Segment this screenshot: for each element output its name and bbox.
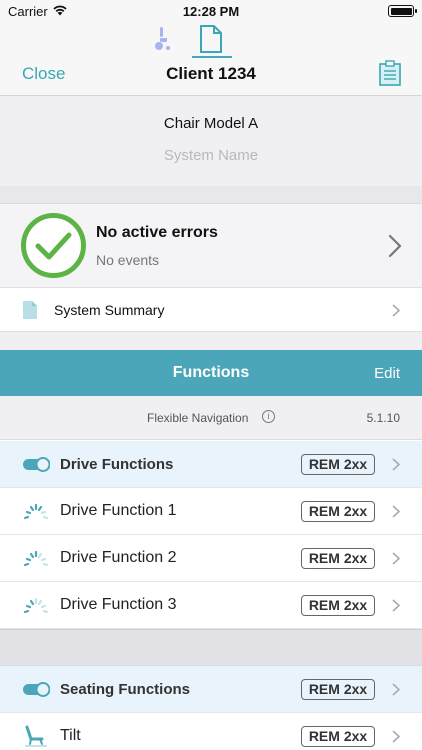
error-status-subtitle: No events: [96, 252, 160, 268]
speed-gauge-icon: [23, 503, 49, 520]
section-divider: [0, 629, 422, 666]
toggle-icon: [23, 457, 50, 472]
list-item-drive-function-3[interactable]: Drive Function 3 REM 2xx: [0, 582, 422, 629]
chevron-right-icon: [392, 599, 400, 612]
rem-badge: REM 2xx: [301, 679, 375, 700]
rem-badge: REM 2xx: [301, 726, 375, 747]
row-label: Seating Functions: [60, 681, 191, 698]
document-icon[interactable]: [197, 24, 225, 54]
chevron-right-icon: [392, 505, 400, 518]
error-status-title: No active errors: [96, 224, 218, 241]
status-bar: Carrier 12:28 PM: [0, 0, 422, 22]
rem-badge: REM 2xx: [301, 548, 375, 569]
list-item-drive-function-2[interactable]: Drive Function 2 REM 2xx: [0, 535, 422, 582]
speed-gauge-icon: [23, 550, 49, 567]
chevron-right-icon: [392, 304, 400, 317]
edit-button[interactable]: Edit: [374, 365, 400, 382]
chevron-right-icon: [392, 730, 400, 743]
toggle-icon: [23, 682, 50, 697]
flexible-navigation-label: Flexible Navigation: [147, 411, 249, 425]
checkmark-circle-icon: [21, 213, 86, 278]
chevron-right-icon: [392, 552, 400, 565]
selected-segment-indicator: [192, 56, 232, 58]
row-label: Drive Function 3: [60, 596, 177, 613]
rem-badge: REM 2xx: [301, 501, 375, 522]
chevron-right-icon: [388, 234, 402, 258]
row-label: Tilt: [60, 727, 81, 744]
list-item-tilt[interactable]: Tilt REM 2xx: [0, 713, 422, 750]
group-row-seating-functions[interactable]: Seating Functions REM 2xx: [0, 666, 422, 713]
chair-model-label: Chair Model A: [163, 115, 259, 132]
group-row-drive-functions[interactable]: Drive Functions REM 2xx: [0, 441, 422, 488]
system-info: Chair Model A System Name: [0, 96, 422, 186]
section-divider: [0, 186, 422, 204]
report-icon[interactable]: [378, 60, 402, 86]
system-summary-row[interactable]: System Summary: [0, 288, 422, 332]
system-name-field[interactable]: System Name: [0, 147, 422, 164]
info-icon[interactable]: i: [262, 410, 275, 423]
row-label: Drive Functions: [60, 456, 174, 473]
navigation-bar: Close Client 1234: [0, 22, 422, 96]
row-label: Drive Function 2: [60, 549, 177, 566]
section-divider: [0, 332, 422, 350]
wheelchair-icon[interactable]: [148, 26, 174, 52]
functions-header: Functions Edit: [0, 350, 422, 396]
version-label: 5.1.10: [366, 411, 400, 425]
chevron-right-icon: [392, 683, 400, 696]
row-label: Drive Function 1: [60, 502, 177, 519]
speed-gauge-icon: [23, 597, 49, 614]
clock: 12:28 PM: [182, 4, 240, 19]
error-status-row[interactable]: No active errors No events: [0, 204, 422, 288]
page-title: Client 1234: [166, 64, 256, 83]
chevron-right-icon: [392, 458, 400, 471]
functions-title: Functions: [172, 364, 250, 381]
battery-icon: [388, 5, 417, 17]
system-summary-label: System Summary: [54, 302, 165, 318]
list-item-drive-function-1[interactable]: Drive Function 1 REM 2xx: [0, 488, 422, 535]
document-icon: [23, 301, 37, 319]
rem-badge: REM 2xx: [301, 595, 375, 616]
rem-badge: REM 2xx: [301, 454, 375, 475]
seat-tilt-icon: [25, 725, 47, 747]
flexible-navigation-row: Flexible Navigation i 5.1.10: [0, 396, 422, 440]
